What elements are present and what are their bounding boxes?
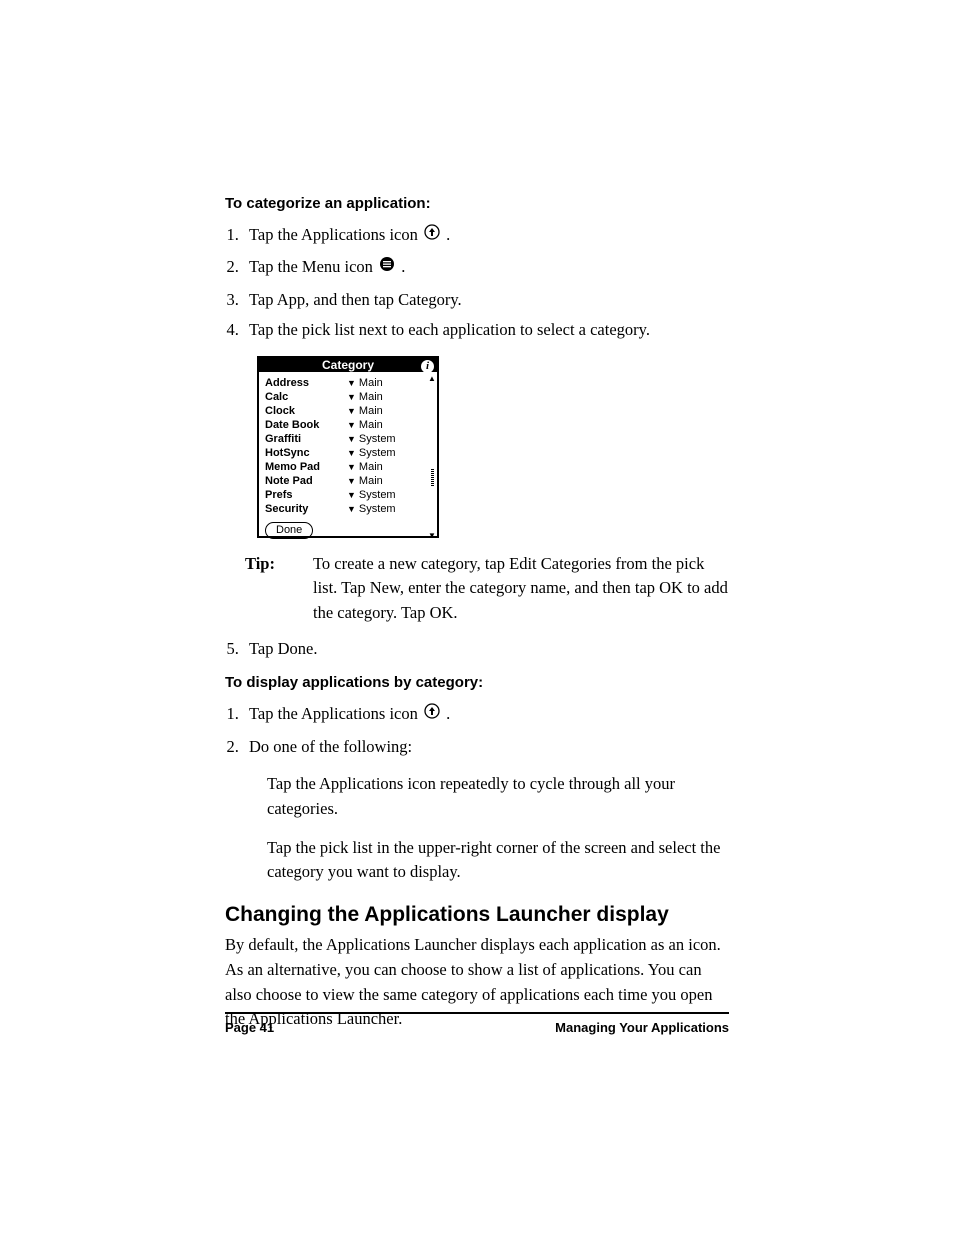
list-item: Date Book▼Main bbox=[265, 418, 431, 432]
category-picker[interactable]: ▼System bbox=[347, 432, 396, 446]
scroll-up-icon[interactable]: ▲ bbox=[428, 375, 436, 383]
sub-option-2: Tap the pick list in the upper-right cor… bbox=[267, 836, 730, 886]
category-picker[interactable]: ▼Main bbox=[347, 418, 383, 432]
app-name: Prefs bbox=[265, 488, 347, 502]
app-name: Date Book bbox=[265, 418, 347, 432]
step-2: Tap the Menu icon . bbox=[243, 254, 730, 282]
list-item: Graffiti▼System bbox=[265, 432, 431, 446]
scroll-down-icon[interactable]: ▼ bbox=[428, 532, 436, 540]
scrollbar[interactable]: ▲ ▼ bbox=[429, 375, 435, 540]
app-name: Graffiti bbox=[265, 432, 347, 446]
category-value: Main bbox=[359, 418, 383, 432]
list-item: Clock▼Main bbox=[265, 404, 431, 418]
heading-categorize: To categorize an application: bbox=[225, 195, 730, 212]
step-5: Tap Done. bbox=[243, 636, 730, 662]
category-value: System bbox=[359, 446, 396, 460]
chevron-down-icon: ▼ bbox=[347, 390, 356, 404]
category-value: System bbox=[359, 488, 396, 502]
chevron-down-icon: ▼ bbox=[347, 460, 356, 474]
category-picker[interactable]: ▼System bbox=[347, 502, 396, 516]
category-picker[interactable]: ▼System bbox=[347, 446, 396, 460]
category-picker[interactable]: ▼System bbox=[347, 488, 396, 502]
list-item: Security▼System bbox=[265, 502, 431, 516]
chevron-down-icon: ▼ bbox=[347, 376, 356, 390]
content-area: To categorize an application: Tap the Ap… bbox=[225, 195, 730, 1032]
palm-body: Address▼Main Calc▼Main Clock▼Main Date B… bbox=[259, 372, 437, 543]
step-2: Do one of the following: bbox=[243, 734, 730, 760]
step-text-end: . bbox=[446, 225, 450, 244]
chevron-down-icon: ▼ bbox=[347, 404, 356, 418]
step-1: Tap the Applications icon . bbox=[243, 222, 730, 250]
category-value: System bbox=[359, 432, 396, 446]
applications-icon bbox=[424, 222, 440, 248]
tip-label: Tip: bbox=[245, 552, 295, 626]
tip-body: To create a new category, tap Edit Categ… bbox=[313, 552, 730, 626]
chevron-down-icon: ▼ bbox=[347, 502, 356, 516]
category-value: Main bbox=[359, 460, 383, 474]
scroll-track[interactable] bbox=[431, 383, 434, 532]
app-name: Memo Pad bbox=[265, 460, 347, 474]
page-footer: Page 41 Managing Your Applications bbox=[225, 1012, 729, 1035]
footer-rule bbox=[225, 1012, 729, 1014]
done-button[interactable]: Done bbox=[265, 522, 313, 539]
list-item: Memo Pad▼Main bbox=[265, 460, 431, 474]
list-item: Calc▼Main bbox=[265, 390, 431, 404]
step-text: Tap the Applications icon bbox=[249, 225, 422, 244]
applications-icon bbox=[424, 701, 440, 727]
category-value: Main bbox=[359, 390, 383, 404]
menu-icon bbox=[379, 254, 395, 280]
step-text: Tap the Applications icon bbox=[249, 704, 422, 723]
chevron-down-icon: ▼ bbox=[347, 446, 356, 460]
category-value: Main bbox=[359, 376, 383, 390]
step-1: Tap the Applications icon . bbox=[243, 701, 730, 729]
category-value: Main bbox=[359, 474, 383, 488]
step-text: Tap the Menu icon bbox=[249, 257, 377, 276]
tip-block: Tip: To create a new category, tap Edit … bbox=[245, 552, 730, 626]
chevron-down-icon: ▼ bbox=[347, 418, 356, 432]
palm-title-text: Category bbox=[322, 358, 374, 372]
category-picker[interactable]: ▼Main bbox=[347, 474, 383, 488]
app-name: Note Pad bbox=[265, 474, 347, 488]
document-page: To categorize an application: Tap the Ap… bbox=[0, 0, 954, 1235]
chevron-down-icon: ▼ bbox=[347, 474, 356, 488]
step-text-end: . bbox=[401, 257, 405, 276]
palm-title-bar: Category i bbox=[259, 358, 437, 372]
category-picker[interactable]: ▼Main bbox=[347, 376, 383, 390]
category-value: Main bbox=[359, 404, 383, 418]
list-item: HotSync▼System bbox=[265, 446, 431, 460]
app-name: Security bbox=[265, 502, 347, 516]
page-number: Page 41 bbox=[225, 1020, 274, 1035]
app-name: Address bbox=[265, 376, 347, 390]
app-name: HotSync bbox=[265, 446, 347, 460]
palm-screenshot: Category i Address▼Main Calc▼Main Clock▼… bbox=[257, 356, 439, 538]
heading-changing: Changing the Applications Launcher displ… bbox=[225, 903, 730, 927]
app-name: Clock bbox=[265, 404, 347, 418]
chapter-title: Managing Your Applications bbox=[555, 1020, 729, 1035]
steps-list-1b: Tap Done. bbox=[225, 636, 730, 662]
category-picker[interactable]: ▼Main bbox=[347, 460, 383, 474]
steps-list-1: Tap the Applications icon . Tap the Menu… bbox=[225, 222, 730, 344]
step-3: Tap App, and then tap Category. bbox=[243, 287, 730, 313]
step-text-end: . bbox=[446, 704, 450, 723]
list-item: Prefs▼System bbox=[265, 488, 431, 502]
sub-option-1: Tap the Applications icon repeatedly to … bbox=[267, 772, 730, 822]
list-item: Address▼Main bbox=[265, 376, 431, 390]
chevron-down-icon: ▼ bbox=[347, 432, 356, 446]
category-picker[interactable]: ▼Main bbox=[347, 404, 383, 418]
scroll-thumb[interactable] bbox=[431, 469, 434, 487]
category-picker[interactable]: ▼Main bbox=[347, 390, 383, 404]
chevron-down-icon: ▼ bbox=[347, 488, 356, 502]
step-4: Tap the pick list next to each applicati… bbox=[243, 317, 730, 343]
heading-display: To display applications by category: bbox=[225, 674, 730, 691]
app-name: Calc bbox=[265, 390, 347, 404]
category-value: System bbox=[359, 502, 396, 516]
list-item: Note Pad▼Main bbox=[265, 474, 431, 488]
steps-list-2: Tap the Applications icon . Do one of th… bbox=[225, 701, 730, 760]
